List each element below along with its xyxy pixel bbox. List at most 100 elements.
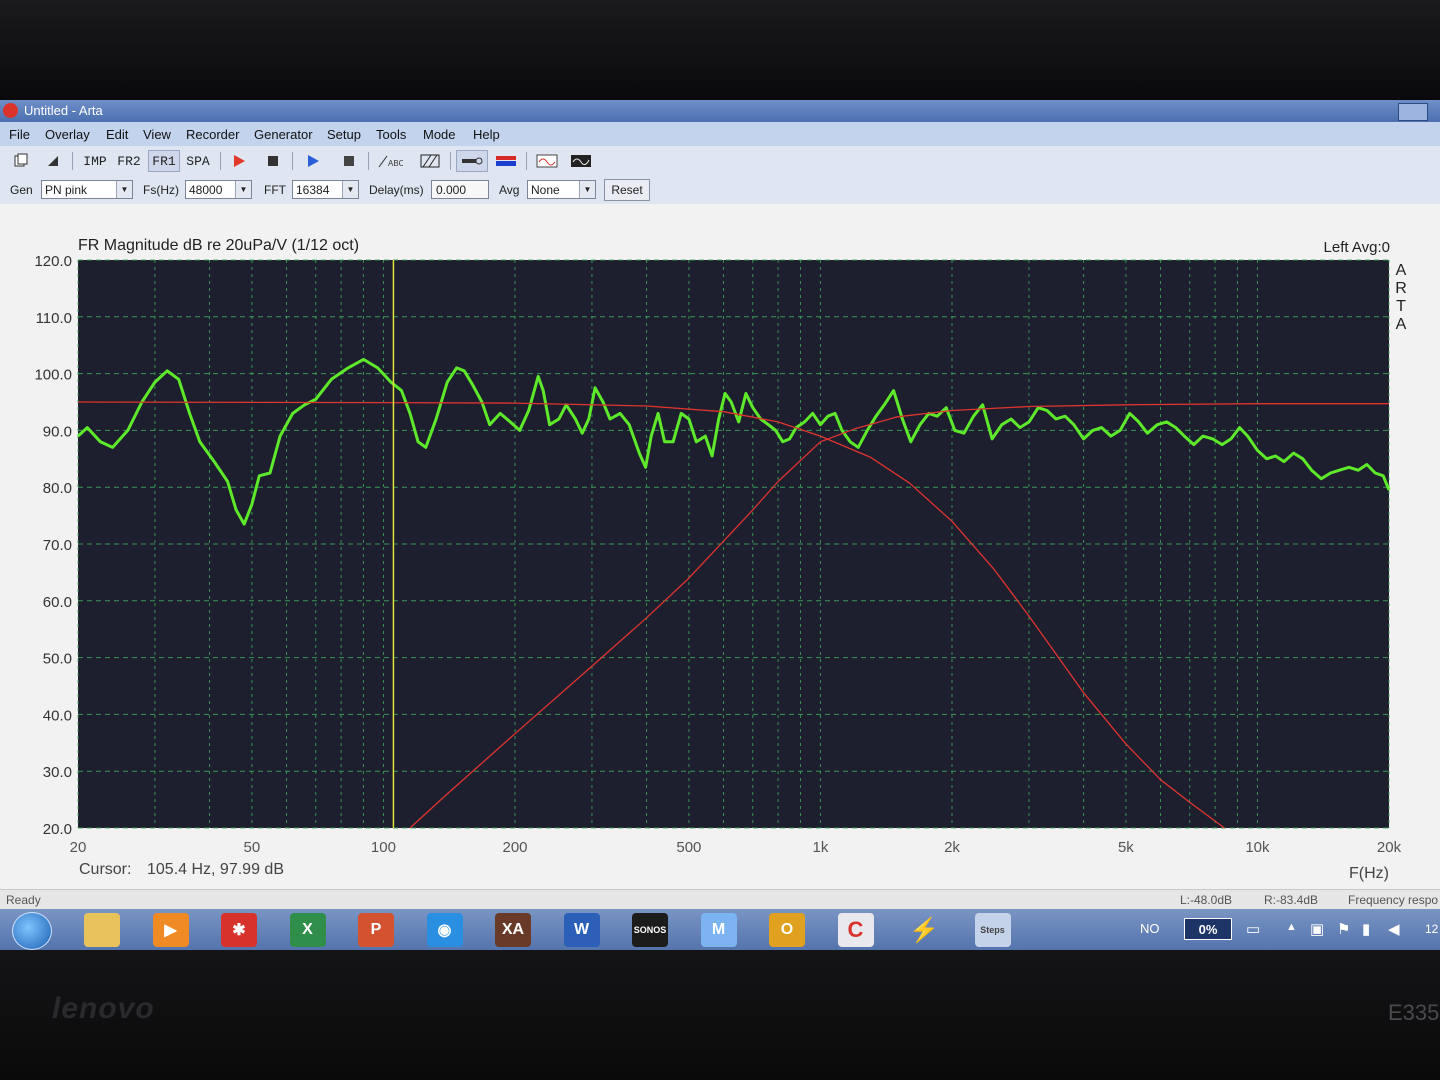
menu-generator[interactable]: Generator	[254, 127, 313, 142]
x-tick-label: 500	[676, 839, 701, 856]
reset-button[interactable]: Reset	[604, 179, 650, 201]
fft-select[interactable]: 16384 ▼	[292, 180, 359, 199]
fr2-button[interactable]: FR2	[114, 150, 144, 172]
chevron-down-icon: ▼	[342, 181, 358, 198]
fs-select-value: 48000	[189, 183, 223, 197]
fs-select[interactable]: 48000 ▼	[185, 180, 252, 199]
menu-tools[interactable]: Tools	[376, 127, 406, 142]
play-icon[interactable]	[302, 150, 324, 172]
generator-bar: Gen PN pink ▼ Fs(Hz) 48000 ▼ FFT 16384 ▼…	[0, 176, 1440, 205]
network-icon[interactable]: ▣	[1310, 920, 1324, 938]
probe-icon[interactable]	[456, 150, 488, 172]
menu-edit[interactable]: Edit	[106, 127, 128, 142]
x-axis-unit: F(Hz)	[1349, 865, 1389, 882]
paste-icon[interactable]	[42, 150, 64, 172]
taskbar-steps-icon[interactable]: Steps	[974, 913, 1011, 947]
gen-select-value: PN pink	[45, 183, 88, 197]
menu-setup[interactable]: Setup	[327, 127, 361, 142]
window-title: Untitled - Arta	[24, 103, 103, 118]
svg-text:ABC: ABC	[388, 159, 403, 168]
taskbar-media-icon[interactable]: ▶	[152, 913, 189, 947]
status-bar: Ready L:-48.0dB R:-83.4dB Frequency resp…	[0, 889, 1440, 910]
frequency-response-chart[interactable]: FR Magnitude dB re 20uPa/V (1/12 oct) Le…	[0, 204, 1440, 889]
volume-icon[interactable]: ◀	[1388, 920, 1400, 938]
taskbar-lightning-icon[interactable]: ⚡	[906, 913, 942, 947]
spa-button[interactable]: SPA	[183, 150, 213, 172]
flag-icon[interactable]: ⚑	[1337, 920, 1350, 938]
avg-label: Avg	[499, 183, 520, 197]
x-tick-label: 1k	[813, 839, 829, 856]
arta-brand-letters: A R T A	[1395, 262, 1407, 333]
laptop-bezel-bottom: lenovo E335	[0, 950, 1440, 1080]
taskbar-disc-icon[interactable]: ◉	[426, 913, 463, 947]
status-ready: Ready	[6, 893, 41, 907]
menu-view[interactable]: View	[143, 127, 171, 142]
title-bar: Untitled - Arta	[0, 100, 1440, 122]
graph-area: FR Magnitude dB re 20uPa/V (1/12 oct) Le…	[0, 204, 1440, 889]
y-tick-label: 90.0	[43, 423, 72, 440]
color-bar-icon[interactable]	[492, 150, 520, 172]
x-axis-ticks: 20 50 100 200 500 1k 2k 5k 10k 20k	[70, 839, 1402, 856]
language-indicator[interactable]: NO	[1140, 921, 1160, 936]
battery-icon[interactable]: ▭	[1246, 920, 1260, 938]
record-icon[interactable]	[228, 150, 250, 172]
cursor-label: Cursor:	[79, 861, 131, 878]
menu-recorder[interactable]: Recorder	[186, 127, 239, 142]
x-tick-label: 2k	[944, 839, 960, 856]
y-tick-label: 40.0	[43, 707, 72, 724]
stop-icon[interactable]	[262, 150, 284, 172]
toolbar: IMP FR2 FR1 SPA ABC	[0, 146, 1440, 177]
x-tick-label: 20	[70, 839, 87, 856]
brand-letter: A	[1396, 262, 1407, 279]
imp-button[interactable]: IMP	[80, 150, 110, 172]
avg-select-value: None	[531, 183, 560, 197]
cpu-meter[interactable]: 0%	[1184, 918, 1232, 940]
taskbar-sonos-icon[interactable]: SONOS	[632, 913, 668, 947]
x-tick-label: 10k	[1245, 839, 1270, 856]
minimize-button[interactable]	[1398, 103, 1428, 121]
avg-select[interactable]: None ▼	[527, 180, 596, 199]
copy-icon[interactable]	[10, 150, 32, 172]
taskbar-outlook-icon[interactable]: O	[769, 913, 805, 947]
menu-overlay[interactable]: Overlay	[45, 127, 90, 142]
menu-mode[interactable]: Mode	[423, 127, 456, 142]
scope-icon[interactable]	[568, 150, 594, 172]
text-abc-icon[interactable]: ABC	[376, 150, 404, 172]
taskbar-explorer-icon[interactable]	[84, 913, 120, 947]
taskbar-arta-icon[interactable]: C	[837, 913, 874, 947]
chevron-down-icon: ▼	[116, 181, 132, 198]
waveform-icon[interactable]	[534, 150, 560, 172]
hatch-icon[interactable]	[418, 150, 442, 172]
y-tick-label: 70.0	[43, 537, 72, 554]
clock[interactable]: 12	[1425, 922, 1438, 936]
taskbar-app-red-icon[interactable]: ✱	[221, 913, 257, 947]
gen-select[interactable]: PN pink ▼	[41, 180, 133, 199]
status-mode: Frequency respo	[1348, 893, 1439, 907]
stop-icon[interactable]	[338, 150, 360, 172]
menu-bar: File Overlay Edit View Recorder Generato…	[0, 122, 1440, 146]
y-tick-label: 120.0	[34, 253, 72, 270]
channel-avg-label: Left Avg:0	[1324, 239, 1390, 256]
cursor-readout: 105.4 Hz, 97.99 dB	[147, 861, 284, 878]
y-tick-label: 80.0	[43, 480, 72, 497]
taskbar-m-app-icon[interactable]: M	[700, 913, 737, 947]
x-tick-label: 50	[244, 839, 261, 856]
taskbar-powerpoint-icon[interactable]: P	[358, 913, 394, 947]
model-label: E335	[1388, 1000, 1440, 1025]
menu-file[interactable]: File	[9, 127, 30, 142]
taskbar-xa-icon[interactable]: XA	[495, 913, 531, 947]
y-axis-ticks: 20.0 30.0 40.0 50.0 60.0 70.0 80.0 90.0 100.0 110…	[34, 253, 72, 838]
menu-help[interactable]: Help	[473, 127, 500, 142]
taskbar-excel-icon[interactable]: X	[289, 913, 326, 947]
taskbar-word-icon[interactable]: W	[563, 913, 600, 947]
power-icon[interactable]: ▮	[1362, 920, 1370, 938]
fft-label: FFT	[264, 183, 286, 197]
fr1-button[interactable]: FR1	[148, 150, 180, 172]
plot-background[interactable]	[78, 260, 1389, 828]
start-button[interactable]	[12, 912, 52, 950]
graph-title: FR Magnitude dB re 20uPa/V (1/12 oct)	[78, 237, 359, 254]
screen: Untitled - Arta File Overlay Edit View R…	[0, 100, 1440, 950]
delay-input[interactable]: 0.000	[431, 180, 489, 199]
show-hidden-icons-icon[interactable]: ▲	[1286, 921, 1297, 933]
x-tick-label: 200	[502, 839, 527, 856]
